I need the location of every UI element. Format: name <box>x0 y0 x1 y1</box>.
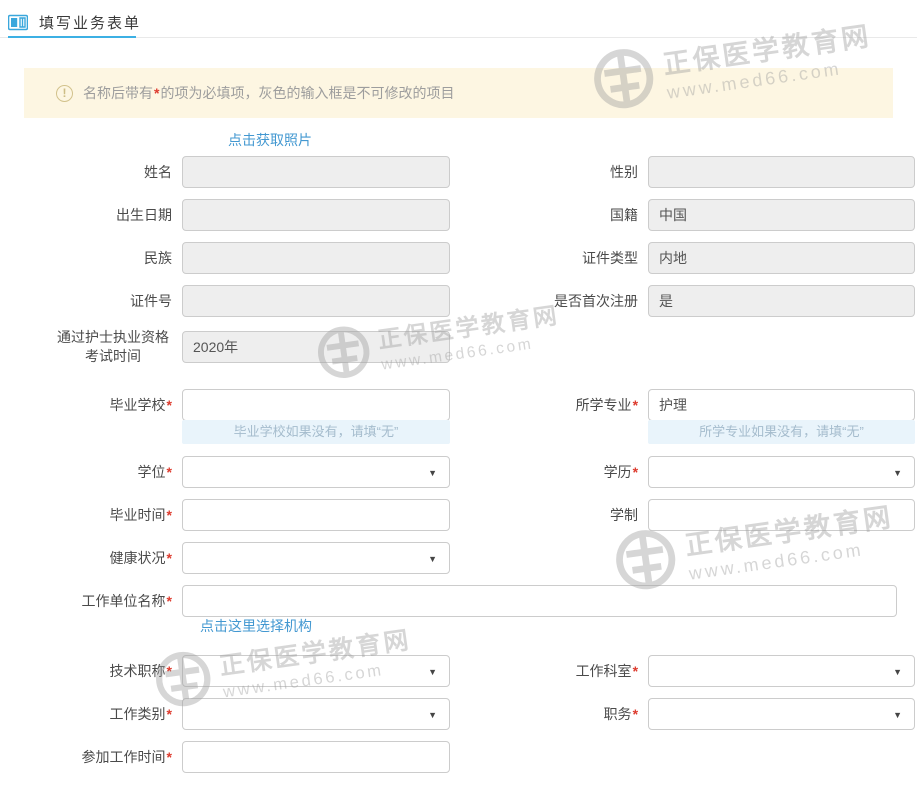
cert-type-input: 内地 <box>648 242 915 274</box>
field-label-gender: 性别 <box>468 163 638 182</box>
form-row: 毕业学校* 所学专业* <box>20 389 917 421</box>
major-hint: 所学专业如果没有，请填“无” <box>648 420 915 444</box>
school-input[interactable] <box>182 389 450 421</box>
chevron-down-icon: ▼ <box>428 656 437 688</box>
field-label-school: 毕业学校* <box>20 396 172 415</box>
form-row: 毕业时间* 学制 <box>20 499 917 531</box>
education-select[interactable]: ▼ <box>648 456 915 488</box>
field-label-position: 职务* <box>468 705 638 724</box>
field-label-ethnicity: 民族 <box>20 249 172 268</box>
first-reg-input: 是 <box>648 285 915 317</box>
chevron-down-icon: ▼ <box>893 656 902 688</box>
form-row: 工作单位名称* <box>20 585 917 617</box>
form-row: 证件号 是否首次注册 是 <box>20 285 917 317</box>
form-row: 姓名 性别 <box>20 156 917 188</box>
form-row: 学位* ▼ 学历* ▼ <box>20 456 917 488</box>
get-photo-link[interactable]: 点击获取照片 <box>228 130 312 150</box>
field-label-cert-type: 证件类型 <box>468 249 638 268</box>
form-row: 参加工作时间* <box>20 741 917 773</box>
title-accent-underline <box>8 36 136 38</box>
form-book-icon <box>8 14 28 31</box>
field-label-exam-time: 通过护士执业资格考试时间 <box>20 328 172 366</box>
field-label-work-category: 工作类别* <box>20 705 172 724</box>
work-category-select[interactable]: ▼ <box>182 698 450 730</box>
required-asterisk: * <box>167 706 172 722</box>
tech-title-select[interactable]: ▼ <box>182 655 450 687</box>
degree-select[interactable]: ▼ <box>182 456 450 488</box>
gender-input <box>648 156 915 188</box>
form-row: 民族 证件类型 内地 <box>20 242 917 274</box>
school-hint: 毕业学校如果没有，请填“无” <box>182 420 450 444</box>
field-label-schooling: 学制 <box>468 506 638 525</box>
work-unit-input[interactable] <box>182 585 897 617</box>
required-asterisk: * <box>633 397 638 413</box>
business-form: 点击获取照片 姓名 性别 出生日期 国籍 中国 <box>0 118 917 773</box>
field-label-birth-date: 出生日期 <box>20 206 172 225</box>
field-label-work-start: 参加工作时间* <box>20 748 172 767</box>
chevron-down-icon: ▼ <box>428 699 437 731</box>
page: 填写业务表单 ! 名称后带有*的项为必填项，灰色的输入框是不可修改的项目 点击获… <box>0 0 917 800</box>
name-input <box>182 156 450 188</box>
form-row: 点击获取照片 <box>20 130 917 150</box>
work-start-input[interactable] <box>182 741 450 773</box>
field-label-first-reg: 是否首次注册 <box>468 292 638 311</box>
page-title: 填写业务表单 <box>39 12 141 33</box>
choose-org-link[interactable]: 点击这里选择机构 <box>200 616 312 636</box>
field-label-name: 姓名 <box>20 163 172 182</box>
chevron-down-icon: ▼ <box>428 543 437 575</box>
required-asterisk: * <box>167 593 172 609</box>
schooling-input[interactable] <box>648 499 915 531</box>
form-row: 技术职称* ▼ 工作科室* ▼ <box>20 655 917 687</box>
field-label-work-unit: 工作单位名称* <box>20 592 172 611</box>
required-asterisk: * <box>167 464 172 480</box>
field-label-education: 学历* <box>468 463 638 482</box>
field-label-degree: 学位* <box>20 463 172 482</box>
form-row: 健康状况* ▼ <box>20 542 917 574</box>
field-label-cert-no: 证件号 <box>20 292 172 311</box>
department-select[interactable]: ▼ <box>648 655 915 687</box>
required-asterisk: * <box>167 550 172 566</box>
required-asterisk: * <box>633 706 638 722</box>
required-asterisk: * <box>167 397 172 413</box>
major-input[interactable] <box>648 389 915 421</box>
form-row: 工作类别* ▼ 职务* ▼ <box>20 698 917 730</box>
required-asterisk: * <box>154 85 159 101</box>
required-asterisk: * <box>167 663 172 679</box>
form-row: 通过护士执业资格考试时间 2020年 <box>20 328 917 366</box>
field-label-nationality: 国籍 <box>468 206 638 225</box>
field-label-tech-title: 技术职称* <box>20 662 172 681</box>
required-asterisk: * <box>633 663 638 679</box>
form-row: 点击这里选择机构 <box>20 616 917 636</box>
grad-time-input[interactable] <box>182 499 450 531</box>
nationality-input: 中国 <box>648 199 915 231</box>
exam-time-input: 2020年 <box>182 331 450 363</box>
chevron-down-icon: ▼ <box>893 699 902 731</box>
birth-date-input <box>182 199 450 231</box>
required-asterisk: * <box>167 749 172 765</box>
form-row: 出生日期 国籍 中国 <box>20 199 917 231</box>
field-label-health: 健康状况* <box>20 549 172 568</box>
notice-bar: ! 名称后带有*的项为必填项，灰色的输入框是不可修改的项目 <box>24 68 893 118</box>
required-asterisk: * <box>167 507 172 523</box>
chevron-down-icon: ▼ <box>428 457 437 489</box>
field-label-department: 工作科室* <box>468 662 638 681</box>
field-label-major: 所学专业* <box>468 396 638 415</box>
notice-text: 名称后带有*的项为必填项，灰色的输入框是不可修改的项目 <box>83 83 454 103</box>
page-header: 填写业务表单 <box>0 0 917 38</box>
ethnicity-input <box>182 242 450 274</box>
form-row: 毕业学校如果没有，请填“无” 所学专业如果没有，请填“无” <box>20 420 917 444</box>
chevron-down-icon: ▼ <box>893 457 902 489</box>
cert-no-input <box>182 285 450 317</box>
position-select[interactable]: ▼ <box>648 698 915 730</box>
field-label-grad-time: 毕业时间* <box>20 506 172 525</box>
warning-circle-icon: ! <box>56 85 73 102</box>
health-select[interactable]: ▼ <box>182 542 450 574</box>
required-asterisk: * <box>633 464 638 480</box>
